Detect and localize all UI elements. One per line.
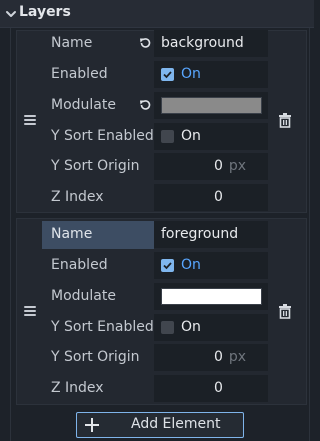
layer-y-sort-origin-row: Y Sort Origin 0 px [42, 153, 268, 181]
layer-name-row: Name background [42, 30, 268, 58]
drag-handle-icon[interactable] [24, 115, 36, 125]
layer-y-sort-enabled-row: Y Sort Enabled On [42, 314, 268, 342]
layer-y-sort-origin-row: Y Sort Origin 0 px [42, 344, 268, 372]
color-swatch [161, 288, 262, 305]
name-label: Name [51, 226, 93, 242]
y-sort-origin-label: Y Sort Origin [51, 349, 140, 365]
trash-icon[interactable] [277, 303, 293, 319]
layer-z-index-row: Z Index 0 [42, 375, 268, 403]
name-field[interactable]: foreground [154, 221, 268, 248]
checkbox-checked-icon [161, 259, 174, 272]
add-element-label: Add Element [131, 416, 221, 432]
enabled-label: Enabled [51, 257, 108, 273]
chevron-down-icon [6, 11, 16, 17]
checkbox-checked-icon [161, 68, 174, 81]
name-label: Name [51, 35, 93, 51]
plus-icon [85, 418, 99, 432]
layer-modulate-row: Modulate [42, 283, 268, 311]
trash-icon[interactable] [277, 112, 293, 128]
y-sort-origin-spinbox[interactable]: 0 px [154, 344, 268, 371]
modulate-color-picker[interactable] [154, 92, 268, 119]
modulate-label: Modulate [51, 288, 116, 304]
enabled-checkbox[interactable]: On [154, 252, 268, 279]
layer-name-row: Name foreground [42, 221, 268, 249]
revert-icon[interactable] [138, 36, 152, 50]
layer-z-index-row: Z Index 0 [42, 184, 268, 212]
checkbox-unchecked-icon [161, 130, 174, 143]
color-swatch [161, 97, 262, 114]
y-sort-origin-spinbox[interactable]: 0 px [154, 153, 268, 180]
z-index-label: Z Index [51, 189, 104, 205]
enabled-label: Enabled [51, 66, 108, 82]
checkbox-unchecked-icon [161, 321, 174, 334]
y-sort-origin-label: Y Sort Origin [51, 158, 140, 174]
z-index-label: Z Index [51, 380, 104, 396]
y-sort-enabled-checkbox[interactable]: On [154, 123, 268, 150]
y-sort-enabled-label: Y Sort Enabled [51, 128, 154, 144]
y-sort-enabled-label: Y Sort Enabled [51, 319, 154, 335]
z-index-spinbox[interactable]: 0 [154, 184, 268, 211]
section-title: Layers [19, 4, 71, 20]
layer-modulate-row: Modulate [42, 92, 268, 120]
y-sort-enabled-checkbox[interactable]: On [154, 314, 268, 341]
add-element-button[interactable]: Add Element [76, 412, 244, 438]
name-field[interactable]: background [154, 30, 268, 57]
revert-icon[interactable] [138, 98, 152, 112]
modulate-label: Modulate [51, 97, 116, 113]
layer-y-sort-enabled-row: Y Sort Enabled On [42, 123, 268, 151]
modulate-color-picker[interactable] [154, 283, 268, 310]
z-index-spinbox[interactable]: 0 [154, 375, 268, 402]
drag-handle-icon[interactable] [24, 306, 36, 316]
layer-enabled-row: Enabled On [42, 61, 268, 89]
layers-section-header[interactable]: Layers [0, 0, 314, 28]
layer-enabled-row: Enabled On [42, 252, 268, 280]
enabled-checkbox[interactable]: On [154, 61, 268, 88]
